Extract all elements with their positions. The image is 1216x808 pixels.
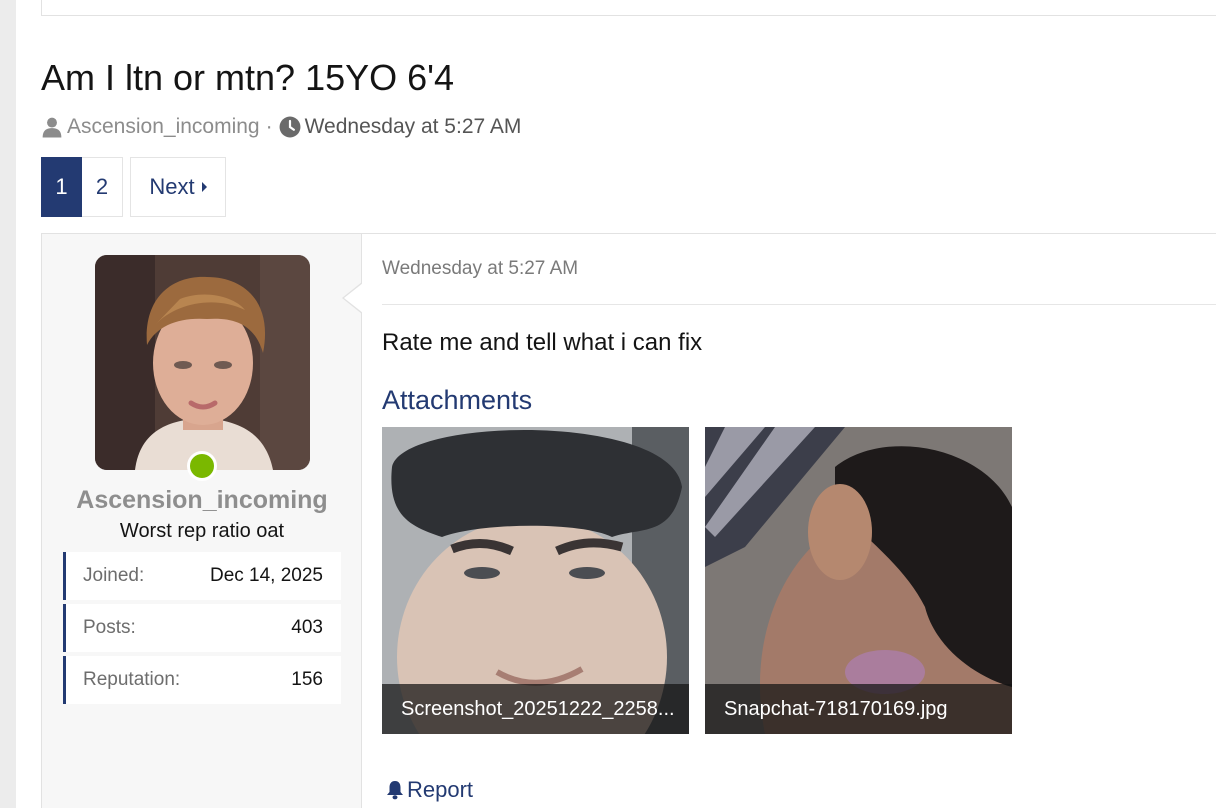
thread-author-link[interactable]: Ascension_incoming bbox=[67, 115, 260, 139]
clock-icon bbox=[279, 116, 301, 138]
user-icon bbox=[42, 117, 62, 138]
stat-joined: Joined: Dec 14, 2025 bbox=[63, 552, 341, 600]
stat-value: 403 bbox=[291, 617, 323, 638]
report-label: Report bbox=[407, 777, 474, 802]
page-link-1[interactable]: 1 bbox=[41, 157, 82, 217]
stat-value: 156 bbox=[291, 669, 323, 690]
page-link-2[interactable]: 2 bbox=[82, 157, 123, 217]
thread-date-link[interactable]: Wednesday at 5:27 AM bbox=[305, 115, 522, 139]
divider bbox=[382, 304, 1216, 305]
user-stats: Joined: Dec 14, 2025 Posts: 403 Reputati… bbox=[63, 552, 341, 708]
caret-right-icon bbox=[201, 182, 207, 192]
post-username[interactable]: Ascension_incoming bbox=[42, 486, 362, 515]
previous-block bbox=[41, 0, 1216, 16]
attachment-thumbnail[interactable]: Snapchat-718170169.jpg bbox=[705, 427, 1012, 734]
pagination: 1 2 Next bbox=[41, 157, 226, 217]
report-link[interactable]: Report bbox=[386, 777, 473, 803]
stat-label: Joined: bbox=[83, 565, 145, 586]
post-body: Rate me and tell what i can fix bbox=[382, 329, 703, 356]
stat-posts: Posts: 403 bbox=[63, 604, 341, 652]
stat-reputation: Reputation: 156 bbox=[63, 656, 341, 704]
stat-value: Dec 14, 2025 bbox=[209, 565, 323, 586]
post-pointer-fill bbox=[344, 283, 363, 313]
stat-label: Reputation: bbox=[83, 669, 181, 690]
left-gutter bbox=[0, 0, 16, 808]
attachments-heading: Attachments bbox=[382, 385, 533, 415]
online-status-indicator bbox=[187, 451, 217, 481]
thread-title: Am I ltn or mtn? 15YO 6'4 bbox=[41, 57, 455, 98]
post-user-panel: Ascension_incoming Worst rep ratio oat J… bbox=[42, 234, 363, 808]
thread-meta: Ascension_incoming · Wednesday at 5:27 A… bbox=[41, 113, 521, 141]
stat-label: Posts: bbox=[83, 617, 136, 638]
post-date-link[interactable]: Wednesday at 5:27 AM bbox=[382, 258, 578, 280]
next-label: Next bbox=[149, 174, 195, 199]
attachment-thumbnail[interactable]: Screenshot_20251222_2258... bbox=[382, 427, 689, 734]
user-title: Worst rep ratio oat bbox=[119, 520, 285, 542]
post: Ascension_incoming Worst rep ratio oat J… bbox=[41, 233, 1216, 808]
bell-icon bbox=[387, 781, 403, 800]
avatar[interactable] bbox=[95, 255, 310, 470]
post-content: Wednesday at 5:27 AM Rate me and tell wh… bbox=[362, 234, 1216, 808]
meta-separator: · bbox=[265, 115, 273, 138]
next-page-button[interactable]: Next bbox=[130, 157, 226, 217]
attachment-filename: Snapchat-718170169.jpg bbox=[705, 684, 1012, 734]
attachment-filename: Screenshot_20251222_2258... bbox=[382, 684, 689, 734]
